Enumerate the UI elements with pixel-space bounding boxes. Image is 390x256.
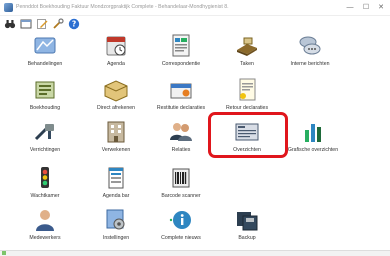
tile-label: Grafische overzichten: [287, 147, 339, 153]
tile-restitutie-declaraties[interactable]: Restitutie declaraties: [153, 76, 209, 114]
tile-label: Wachtkamer: [30, 193, 60, 199]
returns-icon: [233, 76, 261, 104]
agenda-bar-icon: [102, 164, 130, 192]
tile-label: Backup: [238, 235, 256, 241]
highlight-box: [208, 112, 288, 158]
window-icon[interactable]: [20, 18, 32, 30]
backup-icon: [233, 206, 261, 234]
tile-behandelingen[interactable]: Behandelingen: [17, 32, 73, 70]
refund-icon: [167, 76, 195, 104]
maximize-button[interactable]: ☐: [360, 2, 372, 13]
tile-label: Boekhouding: [29, 105, 61, 111]
building-icon: [102, 118, 130, 146]
toolbar: ?: [0, 16, 390, 32]
close-button[interactable]: ✕: [375, 2, 387, 13]
info-icon: [167, 206, 195, 234]
accounting-icon: [31, 76, 59, 104]
help-icon[interactable]: ?: [68, 18, 80, 30]
barcode-icon: [167, 164, 195, 192]
tile-label: Correspondentie: [161, 61, 201, 67]
tile-barcode-scanner[interactable]: Barcode scanner: [153, 164, 209, 202]
edit-icon[interactable]: [36, 18, 48, 30]
tile-relaties[interactable]: Relaties: [153, 118, 209, 156]
tile-grafische-overzichten[interactable]: Grafische overzichten: [285, 118, 341, 156]
svg-text:?: ?: [72, 20, 76, 29]
staff-icon: [31, 206, 59, 234]
tile-retour-declaraties[interactable]: Retour declaraties: [219, 76, 275, 114]
minimize-button[interactable]: —: [344, 2, 356, 13]
tile-verwekenen[interactable]: Verwekenen: [88, 118, 144, 156]
window-title: Pennddot Boekhouding Faktuur Mondzorgpra…: [16, 4, 229, 10]
tools-icon[interactable]: [52, 18, 64, 30]
tile-label: Relaties: [171, 147, 191, 153]
tile-interne-berichten[interactable]: Interne berichten: [282, 32, 338, 70]
tile-label: Interne berichten: [290, 61, 330, 67]
traffic-light-icon: [31, 164, 59, 192]
tile-agenda[interactable]: Agenda: [88, 32, 144, 70]
tile-label: Verwekenen: [101, 147, 131, 153]
checkout-icon: [102, 76, 130, 104]
title-bar: Pennddot Boekhouding Faktuur Mondzorgpra…: [0, 0, 390, 16]
tile-label: Medewerkers: [29, 235, 61, 241]
tile-label: Behandelingen: [27, 61, 63, 67]
tile-medewerkers[interactable]: Medewerkers: [17, 206, 73, 244]
tile-label: Restitutie declaraties: [156, 105, 206, 111]
treatment-icon: [31, 32, 59, 60]
tile-boekhouding[interactable]: Boekhouding: [17, 76, 73, 114]
tile-instellingen[interactable]: Instellingen: [88, 206, 144, 244]
tile-label: Complete nieuws: [161, 235, 201, 241]
tile-verrichtingen[interactable]: Verrichtingen: [17, 118, 73, 156]
settings-icon: [102, 206, 130, 234]
documents-icon: [167, 32, 195, 60]
tile-label: Direct afrekenen: [96, 105, 136, 111]
binoculars-icon[interactable]: [4, 18, 16, 30]
app-icon: [4, 3, 13, 12]
tasks-icon: [233, 32, 261, 60]
bar-chart-icon: [299, 118, 327, 146]
tile-direct-afrekenen[interactable]: Direct afrekenen: [88, 76, 144, 114]
status-bar: [0, 250, 390, 256]
tile-label: Taken: [240, 61, 254, 67]
people-icon: [167, 118, 195, 146]
tile-label: Barcode scanner: [161, 193, 201, 199]
tile-taken[interactable]: Taken: [219, 32, 275, 70]
calendar-icon: [102, 32, 130, 60]
tile-label: Instellingen: [102, 235, 130, 241]
status-indicator-icon: [2, 251, 6, 255]
tile-agenda-bar[interactable]: Agenda bar: [88, 164, 144, 202]
tile-label: Agenda: [107, 61, 125, 67]
tile-label: Verrichtingen: [29, 147, 61, 153]
tile-correspondentie[interactable]: Correspondentie: [153, 32, 209, 70]
module-grid: Behandelingen Agenda Correspondentie Tak…: [0, 32, 390, 250]
procedures-icon: [31, 118, 59, 146]
tile-wachtkamer[interactable]: Wachtkamer: [17, 164, 73, 202]
messages-icon: [296, 32, 324, 60]
tile-label: Retour declaraties: [225, 105, 269, 111]
tile-label: Agenda bar: [102, 193, 130, 199]
tile-complete-nieuws[interactable]: Complete nieuws: [153, 206, 209, 244]
tile-backup[interactable]: Backup: [219, 206, 275, 244]
